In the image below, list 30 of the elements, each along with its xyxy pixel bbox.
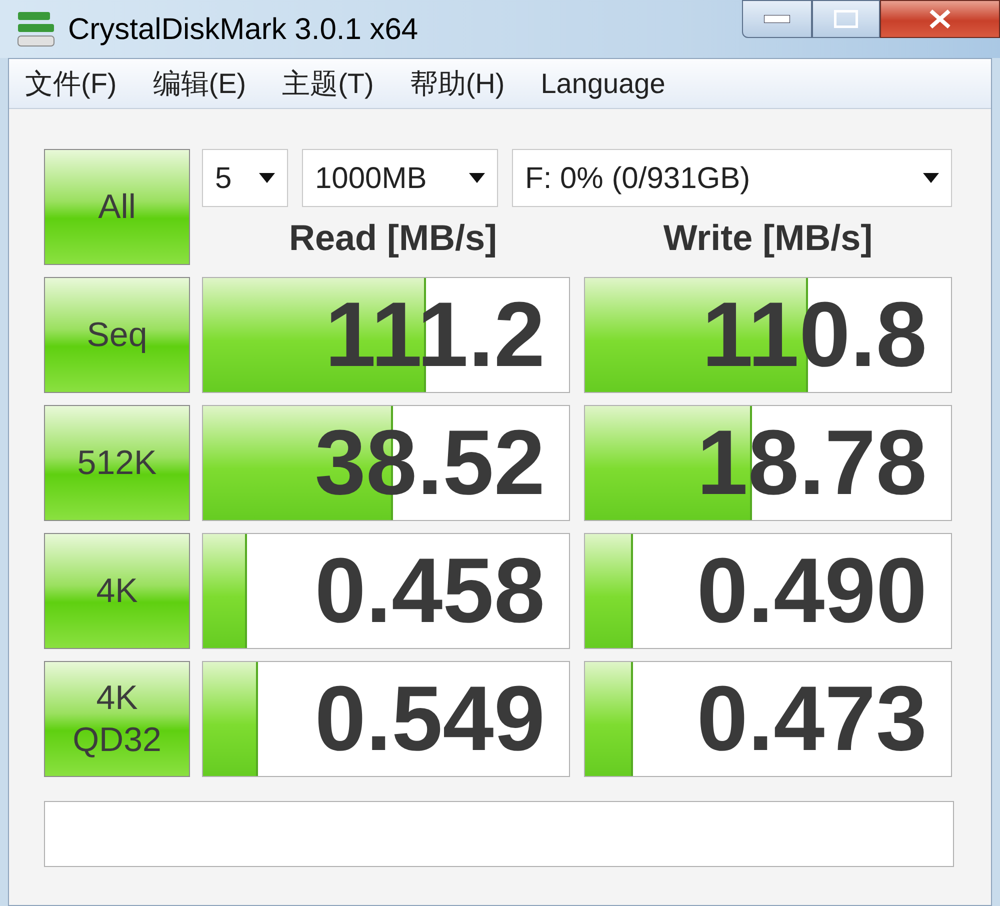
test-button[interactable]: 4K (44, 533, 190, 649)
caret-icon (923, 173, 939, 183)
caret-icon (469, 173, 485, 183)
menu-item[interactable]: 编辑(E) (152, 62, 246, 104)
test-button[interactable]: 512K (44, 405, 190, 521)
dropdown[interactable]: 1000MB (302, 149, 498, 207)
maximize-button[interactable] (812, 0, 880, 38)
close-button[interactable] (880, 0, 1000, 38)
column-header: Read [MB/s] (288, 216, 498, 260)
minimize-button[interactable] (742, 0, 812, 38)
dropdown[interactable]: 5 (202, 149, 288, 207)
result-value: 0.473 (696, 673, 927, 765)
test-button[interactable]: 4K QD32 (44, 661, 190, 777)
caret-icon (259, 173, 275, 183)
drive-icon (16, 10, 56, 48)
window-title: CrystalDiskMark 3.0.1 x64 (68, 12, 418, 48)
result-value: 0.549 (314, 673, 545, 765)
minimize-icon (764, 15, 790, 23)
maximize-icon (834, 10, 858, 28)
menu-item[interactable]: Language (540, 62, 666, 104)
menu-item[interactable]: 主题(T) (282, 62, 374, 104)
test-button[interactable]: Seq (44, 277, 190, 393)
column-header: Write [MB/s] (662, 216, 874, 260)
dropdown[interactable]: F: 0% (0/931GB) (512, 149, 952, 207)
menu-item[interactable]: 文件(F) (25, 62, 117, 104)
close-icon (928, 9, 952, 29)
menu-item[interactable]: 帮助(H) (410, 62, 505, 104)
result-value: 0.490 (696, 545, 927, 637)
result-value: 0.458 (314, 545, 545, 637)
all-button[interactable]: All (44, 149, 190, 265)
